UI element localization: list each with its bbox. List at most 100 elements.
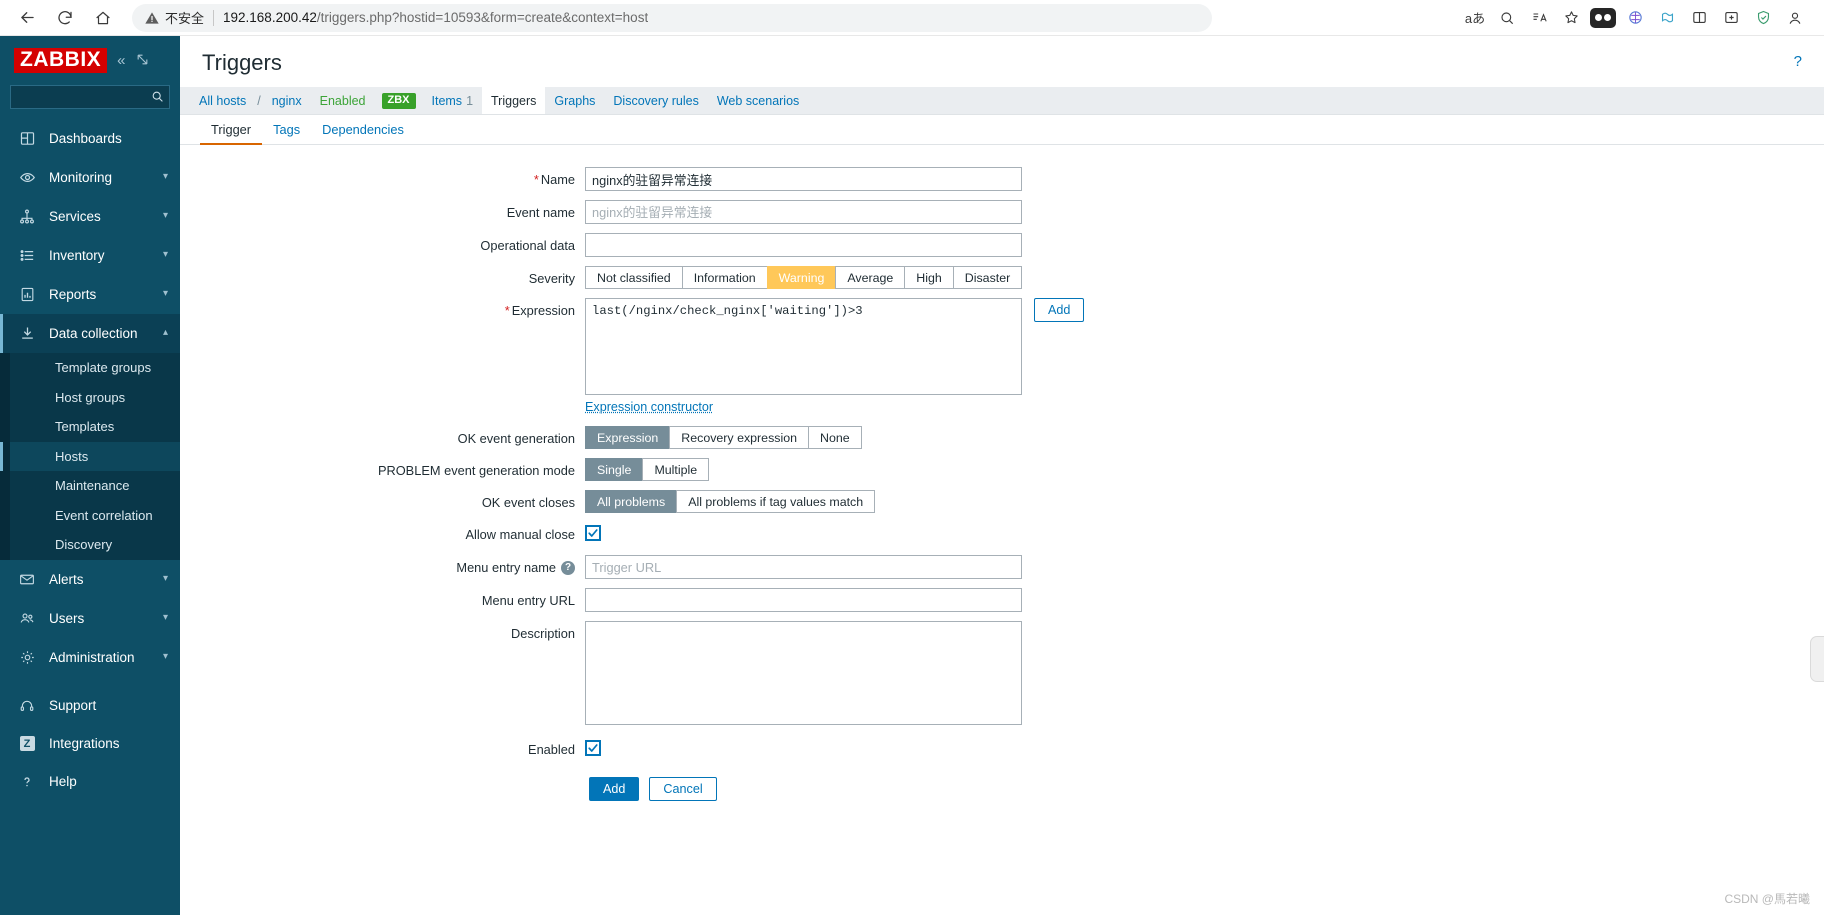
sidebar-item-label: Data collection bbox=[49, 326, 138, 342]
severity-option-high[interactable]: High bbox=[904, 266, 953, 289]
sidebar-item-inventory[interactable]: Inventory ▾ bbox=[0, 236, 180, 275]
sidebar-item-event-correlation[interactable]: Event correlation bbox=[0, 500, 180, 531]
sidebar-subitem-label: Maintenance bbox=[55, 478, 130, 494]
enabled-checkbox[interactable] bbox=[585, 740, 601, 756]
sidebar-item-maintenance[interactable]: Maintenance bbox=[0, 471, 180, 501]
split-screen-icon[interactable] bbox=[1684, 5, 1714, 31]
ok-event-generation-option-expression[interactable]: Expression bbox=[585, 426, 670, 449]
eye-icon bbox=[16, 168, 38, 188]
sidebar-item-alerts[interactable]: Alerts ▾ bbox=[0, 560, 180, 599]
ok-event-closes-option-all-problems[interactable]: All problems bbox=[585, 490, 677, 513]
required-asterisk: * bbox=[533, 172, 539, 187]
menu-entry-name-help-icon[interactable]: ? bbox=[561, 560, 575, 575]
ok-event-closes-radio-group: All problems All problems if tag values … bbox=[585, 490, 876, 513]
breadcrumb: All hosts / nginx Enabled ZBX Items 1 Tri… bbox=[180, 87, 1824, 115]
favorite-icon[interactable] bbox=[1556, 5, 1586, 31]
status-badge-zbx[interactable]: ZBX bbox=[381, 92, 416, 109]
sidebar-item-reports[interactable]: Reports ▾ bbox=[0, 275, 180, 314]
breadcrumb-web-scenarios[interactable]: Web scenarios bbox=[708, 87, 808, 114]
sidebar-item-hosts[interactable]: Hosts bbox=[0, 441, 180, 472]
browser-essentials-icon[interactable] bbox=[1620, 5, 1650, 31]
label-allow-manual-close: Allow manual close bbox=[465, 527, 575, 542]
arrow-left-icon bbox=[20, 12, 34, 23]
gear-icon bbox=[16, 647, 38, 667]
name-input[interactable] bbox=[585, 167, 1022, 191]
zoom-icon[interactable] bbox=[1492, 5, 1522, 31]
zabbix-logo[interactable]: ZABBIX bbox=[14, 48, 108, 74]
extension-dark-icon[interactable] bbox=[1588, 5, 1618, 31]
shield-icon[interactable] bbox=[1748, 5, 1778, 31]
collections-icon[interactable] bbox=[1652, 5, 1682, 31]
immersive-reader-icon[interactable] bbox=[1524, 5, 1554, 31]
breadcrumb-graphs[interactable]: Graphs bbox=[545, 87, 604, 114]
menu-entry-name-input[interactable] bbox=[585, 555, 1022, 579]
read-aloud-icon[interactable]: aあ bbox=[1460, 5, 1490, 31]
side-panel-handle[interactable] bbox=[1810, 636, 1824, 682]
severity-option-not-classified[interactable]: Not classified bbox=[585, 266, 682, 289]
field-row-menu-entry-url: Menu entry URL bbox=[180, 588, 1824, 612]
breadcrumb-host-nginx[interactable]: nginx bbox=[263, 87, 311, 114]
profile-icon[interactable] bbox=[1780, 5, 1810, 31]
expression-constructor-link[interactable]: Expression constructor bbox=[585, 400, 713, 414]
z-badge-icon: Z bbox=[16, 734, 38, 754]
reload-button[interactable] bbox=[48, 3, 82, 33]
sidebar-item-discovery[interactable]: Discovery bbox=[0, 530, 180, 560]
sidebar-item-integrations[interactable]: Z Integrations bbox=[0, 725, 180, 763]
watermark-text: CSDN @馬若曦 bbox=[1724, 892, 1810, 906]
sidebar-item-users[interactable]: Users ▾ bbox=[0, 599, 180, 638]
back-button[interactable] bbox=[10, 3, 44, 33]
chevron-down-icon: ▾ bbox=[162, 171, 168, 183]
description-textarea[interactable] bbox=[585, 621, 1022, 725]
collapse-panel-icon[interactable] bbox=[136, 53, 149, 69]
severity-option-disaster[interactable]: Disaster bbox=[952, 266, 1023, 289]
not-secure-warning-icon[interactable] bbox=[144, 10, 160, 26]
breadcrumb-discovery-rules[interactable]: Discovery rules bbox=[604, 87, 707, 114]
expression-textarea[interactable] bbox=[585, 298, 1022, 395]
breadcrumb-items[interactable]: Items 1 bbox=[423, 87, 483, 114]
chevron-double-left-icon[interactable]: « bbox=[117, 53, 125, 68]
operational-data-input[interactable] bbox=[585, 233, 1022, 257]
chevron-down-icon: ▾ bbox=[162, 288, 168, 300]
ok-event-generation-option-none[interactable]: None bbox=[808, 426, 862, 449]
severity-option-information[interactable]: Information bbox=[681, 266, 767, 289]
breadcrumb-all-hosts[interactable]: All hosts bbox=[190, 87, 255, 114]
sidebar-submenu-data-collection: Template groups Host groups Templates Ho… bbox=[0, 353, 180, 560]
allow-manual-close-checkbox[interactable] bbox=[585, 525, 601, 541]
tab-tags[interactable]: Tags bbox=[262, 115, 311, 144]
problem-event-mode-option-single[interactable]: Single bbox=[585, 458, 643, 481]
host-status-enabled[interactable]: Enabled bbox=[311, 87, 375, 114]
sidebar-item-data-collection[interactable]: Data collection ▴ bbox=[0, 314, 180, 354]
sidebar-item-dashboards[interactable]: Dashboards bbox=[0, 119, 180, 158]
reload-icon bbox=[58, 10, 72, 24]
ok-event-generation-option-recovery-expression[interactable]: Recovery expression bbox=[669, 426, 808, 449]
event-name-input[interactable] bbox=[585, 200, 1022, 224]
address-bar[interactable]: 不安全 192.168.200.42/triggers.php?hostid=1… bbox=[132, 3, 1212, 32]
field-row-ok-event-generation: OK event generation Expression Recovery … bbox=[180, 426, 1824, 449]
sidebar-item-support[interactable]: Support bbox=[0, 687, 180, 725]
sidebar-item-administration[interactable]: Administration ▾ bbox=[0, 638, 180, 677]
cancel-button[interactable]: Cancel bbox=[649, 777, 717, 801]
search-input[interactable] bbox=[10, 85, 170, 110]
sidebar-item-host-groups[interactable]: Host groups bbox=[0, 382, 180, 413]
add-tab-icon[interactable] bbox=[1716, 5, 1746, 31]
severity-option-average[interactable]: Average bbox=[835, 266, 905, 289]
sidebar-item-services[interactable]: Services ▾ bbox=[0, 197, 180, 236]
sidebar-item-label: Services bbox=[49, 209, 101, 225]
add-button[interactable]: Add bbox=[589, 777, 640, 801]
tab-trigger[interactable]: Trigger bbox=[200, 115, 263, 145]
problem-event-mode-option-multiple[interactable]: Multiple bbox=[642, 458, 710, 481]
severity-option-warning[interactable]: Warning bbox=[766, 266, 836, 289]
sidebar-item-template-groups[interactable]: Template groups bbox=[0, 353, 180, 383]
field-row-event-name: Event name bbox=[180, 200, 1824, 224]
sidebar-item-help[interactable]: Help bbox=[0, 763, 180, 801]
sidebar-item-templates[interactable]: Templates bbox=[0, 412, 180, 442]
label-expression: * Expression bbox=[504, 303, 575, 318]
search-icon[interactable] bbox=[151, 90, 164, 108]
menu-entry-url-input[interactable] bbox=[585, 588, 1022, 612]
tab-dependencies[interactable]: Dependencies bbox=[311, 115, 415, 144]
expression-add-button[interactable]: Add bbox=[1034, 298, 1085, 322]
sidebar-item-monitoring[interactable]: Monitoring ▾ bbox=[0, 158, 180, 197]
home-button[interactable] bbox=[86, 3, 120, 33]
page-help-icon[interactable]: ? bbox=[1794, 50, 1802, 70]
ok-event-closes-option-tag-values-match[interactable]: All problems if tag values match bbox=[676, 490, 876, 513]
